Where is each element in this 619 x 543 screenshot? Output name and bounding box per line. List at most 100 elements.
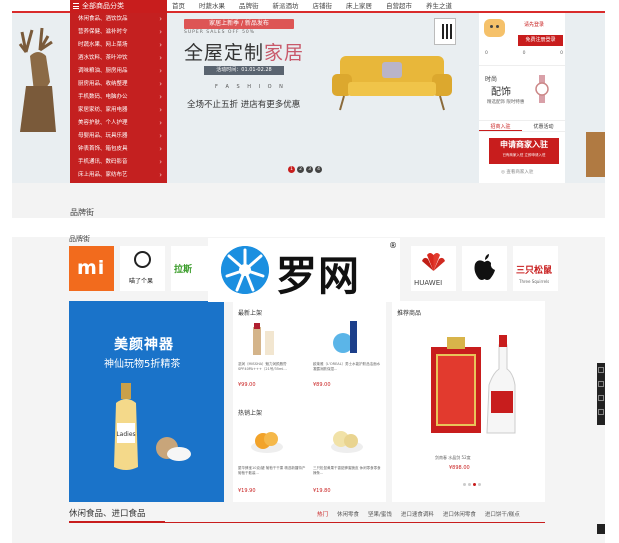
login-prompt[interactable]: 请先登录	[524, 21, 544, 28]
hero-badge: 家居上新季 / 新品发布	[184, 19, 294, 29]
brand-logo-mi[interactable]: mi	[69, 246, 114, 291]
register-login-button[interactable]: 免费注册登录	[518, 35, 563, 46]
user-panel: 请先登录 免费注册登录 0 0 0 时尚 配饰 精选配饰 限时特惠 招商入驻 优…	[479, 13, 565, 183]
hot-sale-title: 热销上架	[238, 410, 263, 417]
toolbar-icon[interactable]	[598, 381, 604, 387]
all-categories-button[interactable]: 全部商品分类	[70, 0, 167, 13]
product-description[interactable]: 三只松鼠黄果干香甜蜂蜜脆皮 休闲零食零食辣条...	[313, 466, 381, 475]
merchant-apply-button[interactable]: 申请商家入驻 已有商家入驻 立即申请入驻	[489, 138, 559, 164]
hero-title: 全屋定制家居	[184, 38, 304, 65]
hero-title-accent: 家居	[264, 42, 305, 64]
category-item[interactable]: 时蔬水果、网上菜场	[70, 39, 167, 52]
toolbar-icon[interactable]	[598, 395, 604, 401]
screenshot-page: 首页 时蔬水果 品牌街 新派酒坊 店铺街 床上家居 自营超市 养生之道 全部商品…	[0, 0, 619, 543]
tab-imported-snacks[interactable]: 进口休闲零食	[443, 510, 476, 518]
product-description[interactable]: 滋润（MISSHA）魅力润颜唇膏 SPF40PA+++（21号/35ml...	[238, 362, 306, 371]
category-item[interactable]: 休闲食品、酒饮饮品	[70, 13, 167, 26]
brand-logo-nut[interactable]: 喵了个果	[120, 246, 165, 291]
skincare-product-image[interactable]	[328, 319, 364, 355]
category-item[interactable]: 家居家纺、家用电器	[70, 104, 167, 117]
brand-street-title: 品牌街	[70, 208, 94, 217]
nav-home[interactable]: 首页	[172, 0, 185, 13]
nav-home-living[interactable]: 床上家居	[346, 0, 372, 13]
watermark-text: 罗网	[276, 252, 360, 300]
slider-dot[interactable]: 3	[306, 166, 313, 173]
slider-dot[interactable]: 1	[288, 166, 295, 173]
dried-fruit-product-image[interactable]	[249, 421, 285, 457]
hero-subtitle: SUPER SALES OFF 50%	[184, 30, 256, 35]
section-tabs: 热门 休闲零食 坚果/蜜饯 进口速食调料 进口休闲零食 进口饼干/糕点	[317, 510, 529, 518]
drink-bottle-image: Ladies	[114, 383, 138, 470]
product-description[interactable]: 欧莱雅（L'OREAL）男士水能护肤品洁面水凝露润肤保湿...	[313, 362, 381, 371]
tab-nuts[interactable]: 坚果/蜜饯	[368, 510, 392, 518]
nav-links: 首页 时蔬水果 品牌街 新派酒坊 店铺街 床上家居 自营超市 养生之道	[172, 0, 466, 13]
recommended-product-price: ¥898.00	[449, 465, 470, 471]
bottle-label: Ladies	[116, 431, 135, 438]
merchant-title: 申请商家入驻	[500, 140, 548, 149]
nav-health[interactable]: 养生之道	[426, 0, 452, 13]
carousel-dot[interactable]	[473, 483, 476, 486]
promo-title: 美颜神器	[114, 337, 174, 353]
carousel-dot[interactable]	[478, 483, 481, 486]
recommended-product-description[interactable]: 剑南春 水晶剑 52度	[435, 455, 471, 461]
chair-decoration	[586, 132, 605, 177]
category-item[interactable]: 营养保健、滋补时令	[70, 26, 167, 39]
product-price: ¥89.00	[313, 382, 331, 388]
toolbar-icon[interactable]	[598, 367, 604, 373]
promo-banner[interactable]: 美颜神器 神仙玩物5折精茶 Ladies	[69, 301, 224, 502]
user-stats: 0 0 0	[485, 51, 563, 56]
nav-wine[interactable]: 新派酒坊	[273, 0, 299, 13]
accessories-ad[interactable]: 时尚 配饰 精选配饰 限时特惠	[479, 65, 565, 119]
carousel-dot[interactable]	[463, 483, 466, 486]
brand-logo-three-squirrels[interactable]: 三只松鼠 Three Squirrels	[513, 246, 558, 291]
promo-subtitle: 神仙玩物5折精茶	[104, 359, 181, 370]
recommended-title: 推荐商品	[397, 310, 422, 317]
merchant-link[interactable]: ◎ 查看商家入驻	[501, 169, 533, 175]
nav-vegetables[interactable]: 时蔬水果	[199, 0, 225, 13]
tab-hot[interactable]: 热门	[317, 510, 328, 518]
category-item[interactable]: 手机数码、电脑办公	[70, 91, 167, 104]
side-toolbar	[597, 363, 605, 425]
toolbar-icon[interactable]	[598, 409, 604, 415]
category-sidebar: 休闲食品、酒饮饮品 营养保健、滋补时令 时蔬水果、网上菜场 酒水饮料、茶叶冲饮 …	[70, 13, 167, 183]
carousel-dot[interactable]	[468, 483, 471, 486]
tab-snacks[interactable]: 休闲零食	[337, 510, 359, 518]
tab-promotions[interactable]: 优惠活动	[522, 121, 565, 131]
slider-dot[interactable]: 4	[315, 166, 322, 173]
category-item[interactable]: 手机通讯、数码影音	[70, 156, 167, 169]
deer-head-decoration	[18, 27, 56, 132]
wall-frame-decoration	[434, 18, 456, 45]
brand-street-label: 品牌街	[69, 235, 90, 243]
tab-imported-seasoning[interactable]: 进口速食调料	[401, 510, 434, 518]
snack-product-image[interactable]	[329, 421, 365, 457]
brand-logo-apple[interactable]	[462, 246, 507, 291]
tab-merchant[interactable]: 招商入驻	[479, 121, 522, 131]
liquor-product-image[interactable]	[427, 325, 517, 439]
watch-icon	[535, 75, 549, 103]
product-description[interactable]: 屋华蜂宝10克/罐 葡萄干干果 精选新疆特产 葡萄干散装...	[238, 466, 306, 475]
brand-logo-huawei[interactable]: HUAWEI	[411, 246, 456, 291]
category-item[interactable]: 钟表首饰、箱包皮具	[70, 143, 167, 156]
three-squirrels-logo-sub: Three Squirrels	[519, 279, 550, 284]
section-title: 休闲食品、进口食品	[69, 509, 146, 519]
nav-supermarket[interactable]: 自营超市	[386, 0, 412, 13]
category-item[interactable]: 美容护肤、个人护理	[70, 117, 167, 130]
section-divider	[69, 521, 545, 523]
lipstick-product-image[interactable]	[245, 321, 281, 357]
category-item[interactable]: 床上用品、家纺布艺	[70, 169, 167, 182]
nav-brand-street[interactable]: 品牌街	[239, 0, 259, 13]
back-to-top-button[interactable]	[597, 524, 605, 534]
recommended-panel: 推荐商品 剑南春 水晶剑 52度 ¥898.00	[392, 301, 545, 502]
product-price: ¥19.90	[238, 488, 256, 494]
category-item[interactable]: 厨房用品、收纳整理	[70, 78, 167, 91]
tab-imported-biscuits[interactable]: 进口饼干/糕点	[485, 510, 520, 518]
slider-dot[interactable]: 2	[297, 166, 304, 173]
slider-dots: 1 2 3 4	[288, 166, 322, 173]
mi-logo-text: mi	[77, 257, 106, 279]
category-item[interactable]: 调味粮油、厨房用品	[70, 65, 167, 78]
category-item[interactable]: 母婴用品、玩具乐器	[70, 130, 167, 143]
new-arrivals-title: 最新上架	[238, 310, 263, 317]
nav-shops[interactable]: 店铺街	[313, 0, 333, 13]
category-item[interactable]: 酒水饮料、茶叶冲饮	[70, 52, 167, 65]
stat-value: 0	[485, 51, 488, 56]
